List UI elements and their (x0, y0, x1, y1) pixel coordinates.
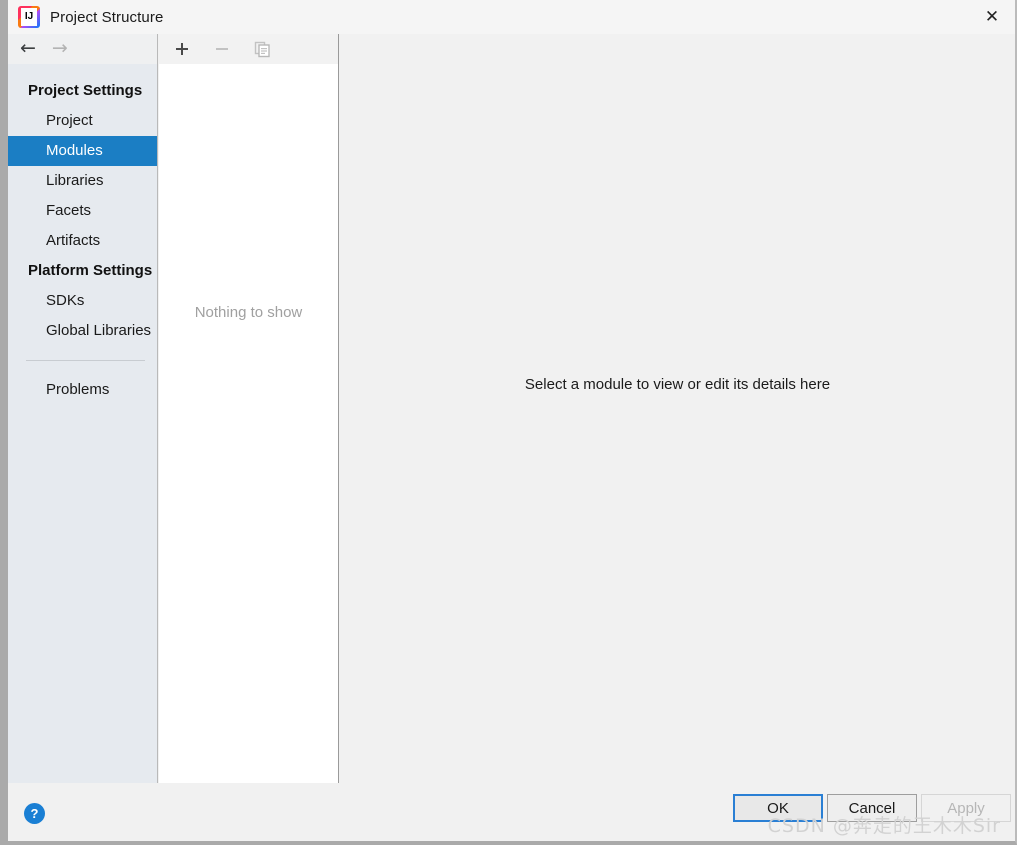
module-toolbar (159, 34, 338, 64)
sidebar-item-sdks[interactable]: SDKs (8, 286, 157, 316)
sidebar-group-project-settings: Project Settings (28, 82, 143, 99)
sidebar-divider (26, 360, 145, 361)
back-arrow-icon[interactable]: ← (20, 39, 36, 58)
sidebar-item-global-libraries[interactable]: Global Libraries (8, 316, 157, 346)
sidebar-item-facets[interactable]: Facets (8, 196, 157, 226)
module-detail-placeholder: Select a module to view or edit its deta… (524, 376, 831, 393)
dialog-button-row: OK Cancel Apply (733, 794, 1015, 822)
sidebar-item-modules[interactable]: Modules (8, 136, 157, 166)
sidebar: ← → Project Settings Project Modules Lib… (8, 34, 158, 783)
project-structure-dialog: Project Structure ✕ ← → Project Settings… (0, 0, 1017, 845)
sidebar-item-libraries[interactable]: Libraries (8, 166, 157, 196)
add-module-button[interactable] (173, 40, 191, 58)
cancel-button[interactable]: Cancel (827, 794, 917, 822)
ok-button[interactable]: OK (733, 794, 823, 822)
close-icon[interactable]: ✕ (969, 0, 1015, 34)
forward-arrow-icon[interactable]: → (52, 39, 68, 58)
module-detail-panel: Select a module to view or edit its deta… (340, 34, 1015, 783)
copy-module-button[interactable] (253, 40, 271, 58)
module-list-empty-message: Nothing to show (194, 304, 303, 321)
remove-module-button[interactable] (213, 40, 231, 58)
title-bar: Project Structure ✕ (8, 0, 1015, 34)
sidebar-item-artifacts[interactable]: Artifacts (8, 226, 157, 256)
sidebar-item-list: Project Settings Project Modules Librari… (8, 64, 157, 405)
sidebar-nav-toolbar: ← → (8, 34, 157, 64)
sidebar-item-problems[interactable]: Problems (8, 375, 157, 405)
sidebar-item-project[interactable]: Project (8, 106, 157, 136)
help-icon[interactable]: ? (24, 803, 45, 824)
dialog-footer: ? OK Cancel Apply CSDN @奔走的王木木Sir (8, 783, 1015, 841)
page-title: Project Structure (50, 8, 164, 26)
apply-button[interactable]: Apply (921, 794, 1011, 822)
module-list-panel: Nothing to show (159, 34, 339, 783)
sidebar-group-platform-settings: Platform Settings (28, 262, 153, 279)
intellij-idea-icon (18, 6, 40, 28)
